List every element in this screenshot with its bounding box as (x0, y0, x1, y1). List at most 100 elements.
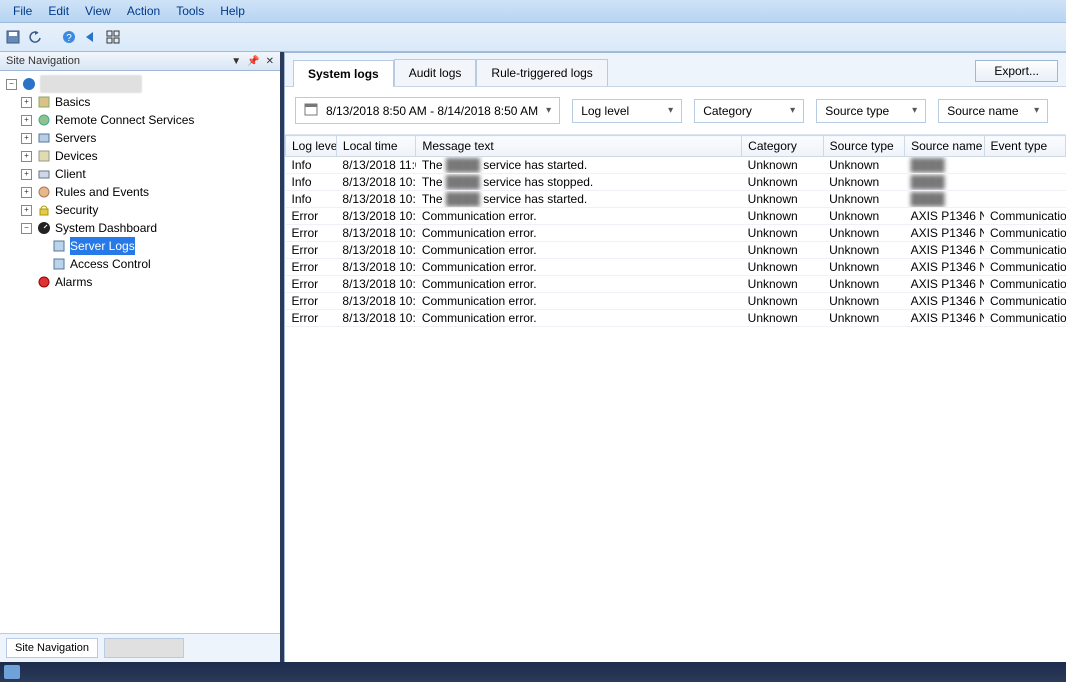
menu-file[interactable]: File (6, 2, 39, 20)
table-cell (984, 174, 1066, 191)
table-cell: Error (286, 276, 337, 293)
col-header[interactable]: Local time (336, 136, 415, 157)
filter-source-name[interactable]: Source name ▾ (938, 99, 1048, 123)
export-button[interactable]: Export... (975, 60, 1058, 82)
tab-audit-logs[interactable]: Audit logs (394, 59, 477, 86)
menu-help[interactable]: Help (213, 2, 252, 20)
col-header[interactable]: Log level (286, 136, 337, 157)
table-cell: Communication (984, 310, 1066, 327)
tree-expander[interactable] (21, 169, 32, 180)
chevron-down-icon: ▾ (1034, 105, 1039, 116)
pin-icon[interactable]: 📌 (247, 56, 259, 67)
filter-source-name-label: Source name (947, 104, 1018, 118)
table-cell: Unknown (742, 259, 823, 276)
site-icon (21, 77, 36, 92)
table-row[interactable]: Error8/13/2018 10:1Communication error.U… (286, 293, 1066, 310)
table-cell: Unknown (742, 157, 823, 174)
table-cell: Error (286, 310, 337, 327)
table-row[interactable]: Error8/13/2018 10:1Communication error.U… (286, 259, 1066, 276)
table-cell: AXIS P1346 Ne (905, 276, 984, 293)
save-icon[interactable] (5, 29, 21, 45)
menu-view[interactable]: View (78, 2, 118, 20)
table-row[interactable]: Info8/13/2018 10:4The ████ service has s… (286, 191, 1066, 208)
table-cell: Unknown (823, 310, 904, 327)
access-icon (51, 257, 66, 272)
table-cell (984, 157, 1066, 174)
tree-expander[interactable] (21, 115, 32, 126)
table-cell: Communication (984, 225, 1066, 242)
table-cell: 8/13/2018 10:1 (336, 242, 415, 259)
table-cell: Info (286, 191, 337, 208)
table-row[interactable]: Error8/13/2018 10:1Communication error.U… (286, 208, 1066, 225)
table-cell: Error (286, 208, 337, 225)
table-cell: The ████ service has stopped. (416, 174, 742, 191)
tree-expander[interactable] (21, 133, 32, 144)
tree-expander[interactable] (21, 223, 32, 234)
tree-item-label[interactable]: Rules and Events (55, 183, 149, 201)
grid-icon[interactable] (105, 29, 121, 45)
close-icon[interactable]: ✕ (266, 56, 274, 67)
chevron-down-icon: ▾ (546, 105, 551, 116)
menu-tools[interactable]: Tools (169, 2, 211, 20)
calendar-icon (304, 102, 318, 119)
content-panel: System logs Audit logs Rule-triggered lo… (284, 52, 1066, 662)
tree-expander[interactable] (21, 205, 32, 216)
tree-item-label[interactable]: Client (55, 165, 86, 183)
chevron-down-icon: ▾ (668, 105, 673, 116)
col-header[interactable]: Event type (984, 136, 1066, 157)
menu-edit[interactable]: Edit (41, 2, 76, 20)
tree-item-label[interactable]: Devices (55, 147, 98, 165)
table-cell: 8/13/2018 10:1 (336, 293, 415, 310)
rules-icon (36, 185, 51, 200)
col-header[interactable]: Source name (905, 136, 984, 157)
filter-source-type[interactable]: Source type ▾ (816, 99, 926, 123)
table-cell: 8/13/2018 10:4 (336, 174, 415, 191)
table-cell (984, 191, 1066, 208)
table-row[interactable]: Error8/13/2018 10:1Communication error.U… (286, 242, 1066, 259)
tree-item-label[interactable]: System Dashboard (55, 219, 157, 237)
tree-item-label[interactable]: Server Logs (70, 237, 135, 255)
date-range-picker[interactable]: 8/13/2018 8:50 AM - 8/14/2018 8:50 AM ▾ (295, 97, 560, 124)
server-icon (36, 131, 51, 146)
nav-tab-other[interactable]: ████████ (104, 638, 184, 658)
tab-system-logs[interactable]: System logs (293, 60, 394, 87)
tree-item-label[interactable]: Security (55, 201, 98, 219)
tree-item-label[interactable]: Alarms (55, 273, 92, 291)
table-row[interactable]: Error8/13/2018 10:1Communication error.U… (286, 310, 1066, 327)
table-row[interactable]: Info8/13/2018 11:0The ████ service has s… (286, 157, 1066, 174)
tree-item-label[interactable]: Servers (55, 129, 96, 147)
table-cell: Unknown (742, 174, 823, 191)
nav-tree: ████████████ "BasicsRemote Connect Servi… (0, 71, 280, 633)
tree-expander[interactable] (6, 79, 17, 90)
tree-expander[interactable] (21, 151, 32, 162)
tree-expander[interactable] (21, 97, 32, 108)
col-header[interactable]: Source type (823, 136, 904, 157)
table-cell: Communication (984, 208, 1066, 225)
tree-item-label[interactable]: Remote Connect Services (55, 111, 194, 129)
undo-icon[interactable] (27, 29, 43, 45)
table-row[interactable]: Error8/13/2018 10:1Communication error.U… (286, 276, 1066, 293)
table-cell: Communication error. (416, 208, 742, 225)
table-cell: 8/13/2018 10:1 (336, 259, 415, 276)
tab-rule-triggered-logs[interactable]: Rule-triggered logs (476, 59, 607, 86)
devices-icon (36, 149, 51, 164)
site-root-label[interactable]: ████████████ (40, 75, 142, 93)
filter-category[interactable]: Category ▾ (694, 99, 804, 123)
table-row[interactable]: Error8/13/2018 10:1Communication error.U… (286, 225, 1066, 242)
menu-action[interactable]: Action (120, 2, 167, 20)
table-row[interactable]: Info8/13/2018 10:4The ████ service has s… (286, 174, 1066, 191)
table-cell: 8/13/2018 10:4 (336, 191, 415, 208)
table-cell: The ████ service has started. (416, 191, 742, 208)
col-header[interactable]: Message text (416, 136, 742, 157)
nav-tab-site[interactable]: Site Navigation (6, 638, 98, 658)
table-cell: Info (286, 174, 337, 191)
back-icon[interactable] (83, 29, 99, 45)
tree-item-label[interactable]: Basics (55, 93, 90, 111)
col-header[interactable]: Category (742, 136, 823, 157)
dropdown-icon[interactable]: ▼ (231, 56, 241, 67)
help-icon[interactable]: ? (61, 29, 77, 45)
filter-log-level[interactable]: Log level ▾ (572, 99, 682, 123)
toolbar: ? (0, 23, 1066, 52)
tree-item-label[interactable]: Access Control (70, 255, 151, 273)
tree-expander[interactable] (21, 187, 32, 198)
